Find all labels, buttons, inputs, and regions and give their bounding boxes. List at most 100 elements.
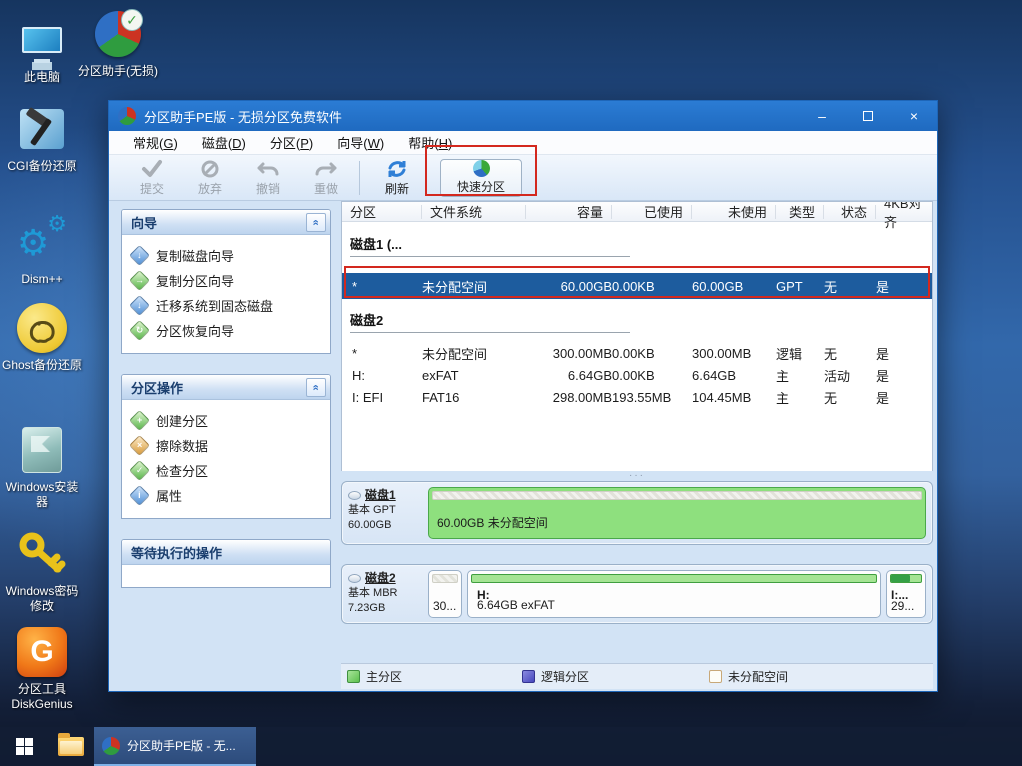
commit-button[interactable]: 提交: [123, 159, 181, 197]
disk1-unallocated-segment[interactable]: 60.00GB 未分配空间: [428, 487, 926, 539]
desktop-icon-dism[interactable]: ⚙ ⚙ Dism++: [0, 213, 84, 287]
title-bar[interactable]: 分区助手PE版 - 无损分区免费软件 – ×: [109, 101, 937, 131]
desktop-icon-label: 分区助手(无损): [78, 64, 158, 78]
start-button[interactable]: [0, 727, 48, 766]
discard-icon: [201, 160, 219, 177]
menu-wizard[interactable]: 向导(W): [325, 133, 396, 152]
desktop-icon-partition-assistant[interactable]: ✓ 分区助手(无损): [76, 8, 160, 79]
pending-operations-panel: 等待执行的操作: [121, 539, 331, 588]
legend-bar: 主分区 逻辑分区 未分配空间: [341, 663, 933, 689]
table-row-disk2-unallocated[interactable]: * 未分配空间 300.00MB 0.00KB 300.00MB 逻辑 无 是: [342, 342, 932, 364]
properties-info-icon: i: [128, 484, 151, 507]
minimize-button[interactable]: –: [799, 101, 845, 131]
desktop-icon-label: Dism++: [21, 272, 63, 286]
column-header[interactable]: 分区: [342, 204, 422, 220]
file-explorer-button[interactable]: [48, 727, 94, 766]
sidebar-item-migrate-os-ssd[interactable]: ↓ 迁移系统到固态磁盘: [128, 293, 324, 318]
table-header: 分区 文件系统 容量 已使用 未使用 类型 状态 4KB对齐: [342, 202, 932, 230]
usage-strip: [471, 574, 877, 583]
maximize-button[interactable]: [845, 101, 891, 131]
redo-icon: [315, 162, 337, 175]
refresh-button[interactable]: 刷新: [368, 159, 426, 197]
disk-icon: [348, 491, 361, 500]
desktop-icon-windows-installer[interactable]: Windows安装器: [0, 424, 84, 510]
cgi-backup-icon: [0, 103, 84, 155]
disk1-info: 磁盘1 基本 GPT 60.00GB: [348, 487, 428, 539]
menu-help[interactable]: 帮助(H): [396, 133, 464, 152]
sidebar-item-copy-disk-wizard[interactable]: ↓ 复制磁盘向导: [128, 243, 324, 268]
desktop-icon-ghost-backup[interactable]: Ghost备份还原: [0, 302, 84, 373]
operations-panel-header[interactable]: 分区操作 «: [122, 375, 330, 400]
column-header[interactable]: 状态: [824, 204, 876, 220]
disk1-size: 60.00GB: [348, 519, 392, 531]
table-row-partition-i[interactable]: I: EFI FAT16 298.00MB 193.55MB 104.45MB …: [342, 386, 932, 408]
quick-partition-button[interactable]: 快速分区: [440, 158, 522, 197]
legend-logical-partition: 逻辑分区: [522, 668, 589, 685]
disk-graph-area: 磁盘1 基本 GPT 60.00GB 60.00GB 未分配空间 磁盘2 基本 …: [341, 479, 933, 663]
segment-label: 6.64GB exFAT: [477, 598, 555, 612]
sidebar-item-copy-partition-wizard[interactable]: → 复制分区向导: [128, 268, 324, 293]
menu-general[interactable]: 常规(G): [121, 133, 190, 152]
menu-disk[interactable]: 磁盘(D): [190, 133, 258, 152]
check-badge-icon: ✓: [121, 9, 143, 31]
disk1-group-label: 磁盘1 (...: [350, 234, 630, 257]
desktop-icon-cgi-backup[interactable]: CGI备份还原: [0, 103, 84, 174]
undo-button[interactable]: 撤销: [239, 159, 297, 197]
toolbar-separator: [359, 160, 360, 195]
collapse-chevron-icon[interactable]: «: [306, 212, 326, 232]
disk2-unallocated-segment[interactable]: 30...: [428, 570, 462, 618]
sidebar-item-partition-recovery-wizard[interactable]: ↻ 分区恢复向导: [128, 318, 324, 343]
recovery-icon: ↻: [128, 319, 151, 342]
check-partition-icon: ✓: [128, 459, 151, 482]
column-header[interactable]: 容量: [526, 204, 612, 220]
sidebar-item-erase-data[interactable]: × 擦除数据: [128, 433, 324, 458]
disk2-panel[interactable]: 磁盘2 基本 MBR 7.23GB 30... H: 6.64GB exFAT: [341, 564, 933, 624]
menu-partition[interactable]: 分区(P): [258, 133, 325, 152]
desktop-icon-label: Windows安装器: [5, 480, 79, 509]
redo-button[interactable]: 重做: [297, 159, 355, 197]
column-header[interactable]: 4KB对齐: [876, 202, 932, 230]
windows-logo-icon: [15, 738, 33, 755]
desktop-icon-windows-password[interactable]: Windows密码修改: [0, 528, 84, 614]
wizards-panel-title: 向导: [131, 215, 158, 231]
disk2-size: 7.23GB: [348, 602, 386, 614]
collapse-chevron-icon[interactable]: «: [306, 377, 326, 397]
migrate-icon: ↓: [128, 294, 151, 317]
disk2-partition-i-segment[interactable]: I:... 29...: [886, 570, 926, 618]
ghost-icon: [0, 302, 84, 354]
table-row-disk1-unallocated[interactable]: * 未分配空间 60.00GB 0.00KB 60.00GB GPT 无 是: [342, 273, 932, 299]
taskbar-app-partition-assistant[interactable]: 分区助手PE版 - 无...: [94, 727, 256, 766]
sidebar-item-properties[interactable]: i 属性: [128, 483, 324, 508]
sidebar-item-check-partition[interactable]: ✓ 检查分区: [128, 458, 324, 483]
commit-check-icon: [142, 159, 162, 177]
partition-table: 分区 文件系统 容量 已使用 未使用 类型 状态 4KB对齐 磁盘1 (... …: [341, 201, 933, 471]
diskgenius-icon: G: [0, 626, 84, 678]
primary-partition-swatch: [347, 670, 360, 683]
taskbar-app-label: 分区助手PE版 - 无...: [127, 739, 236, 753]
app-icon: [102, 736, 120, 755]
pending-operations-header[interactable]: 等待执行的操作: [122, 540, 330, 565]
quick-partition-icon: [472, 160, 490, 177]
legend-primary-partition: 主分区: [347, 668, 402, 685]
close-button[interactable]: ×: [891, 101, 937, 131]
desktop-icon-this-pc[interactable]: 此电脑: [0, 14, 84, 85]
segment-label: 29...: [891, 599, 915, 613]
wizards-panel: 向导 « ↓ 复制磁盘向导 → 复制分区向导 ↓ 迁移系统到固态磁盘 ↻ 分区恢…: [121, 209, 331, 354]
discard-button[interactable]: 放弃: [181, 159, 239, 197]
disk2-partition-h-segment[interactable]: H: 6.64GB exFAT: [467, 570, 881, 618]
table-row-partition-h[interactable]: H: exFAT 6.64GB 0.00KB 6.64GB 主 活动 是: [342, 364, 932, 386]
column-header[interactable]: 已使用: [612, 204, 692, 220]
desktop-icon-diskgenius[interactable]: G 分区工具DiskGenius: [0, 626, 84, 712]
wizards-panel-header[interactable]: 向导 «: [122, 210, 330, 235]
column-header[interactable]: 类型: [776, 204, 824, 220]
app-icon: [118, 107, 136, 125]
menu-bar: 常规(G) 磁盘(D) 分区(P) 向导(W) 帮助(H): [109, 131, 937, 155]
sidebar-item-create-partition[interactable]: + 创建分区: [128, 408, 324, 433]
usage-strip: [890, 574, 922, 583]
disk1-panel[interactable]: 磁盘1 基本 GPT 60.00GB 60.00GB 未分配空间: [341, 481, 933, 545]
used-space-bar: [891, 575, 910, 582]
segment-label: 60.00GB 未分配空间: [437, 516, 548, 530]
column-header[interactable]: 文件系统: [422, 204, 526, 220]
splitter-handle[interactable]: ···: [341, 470, 933, 481]
column-header[interactable]: 未使用: [692, 204, 776, 220]
